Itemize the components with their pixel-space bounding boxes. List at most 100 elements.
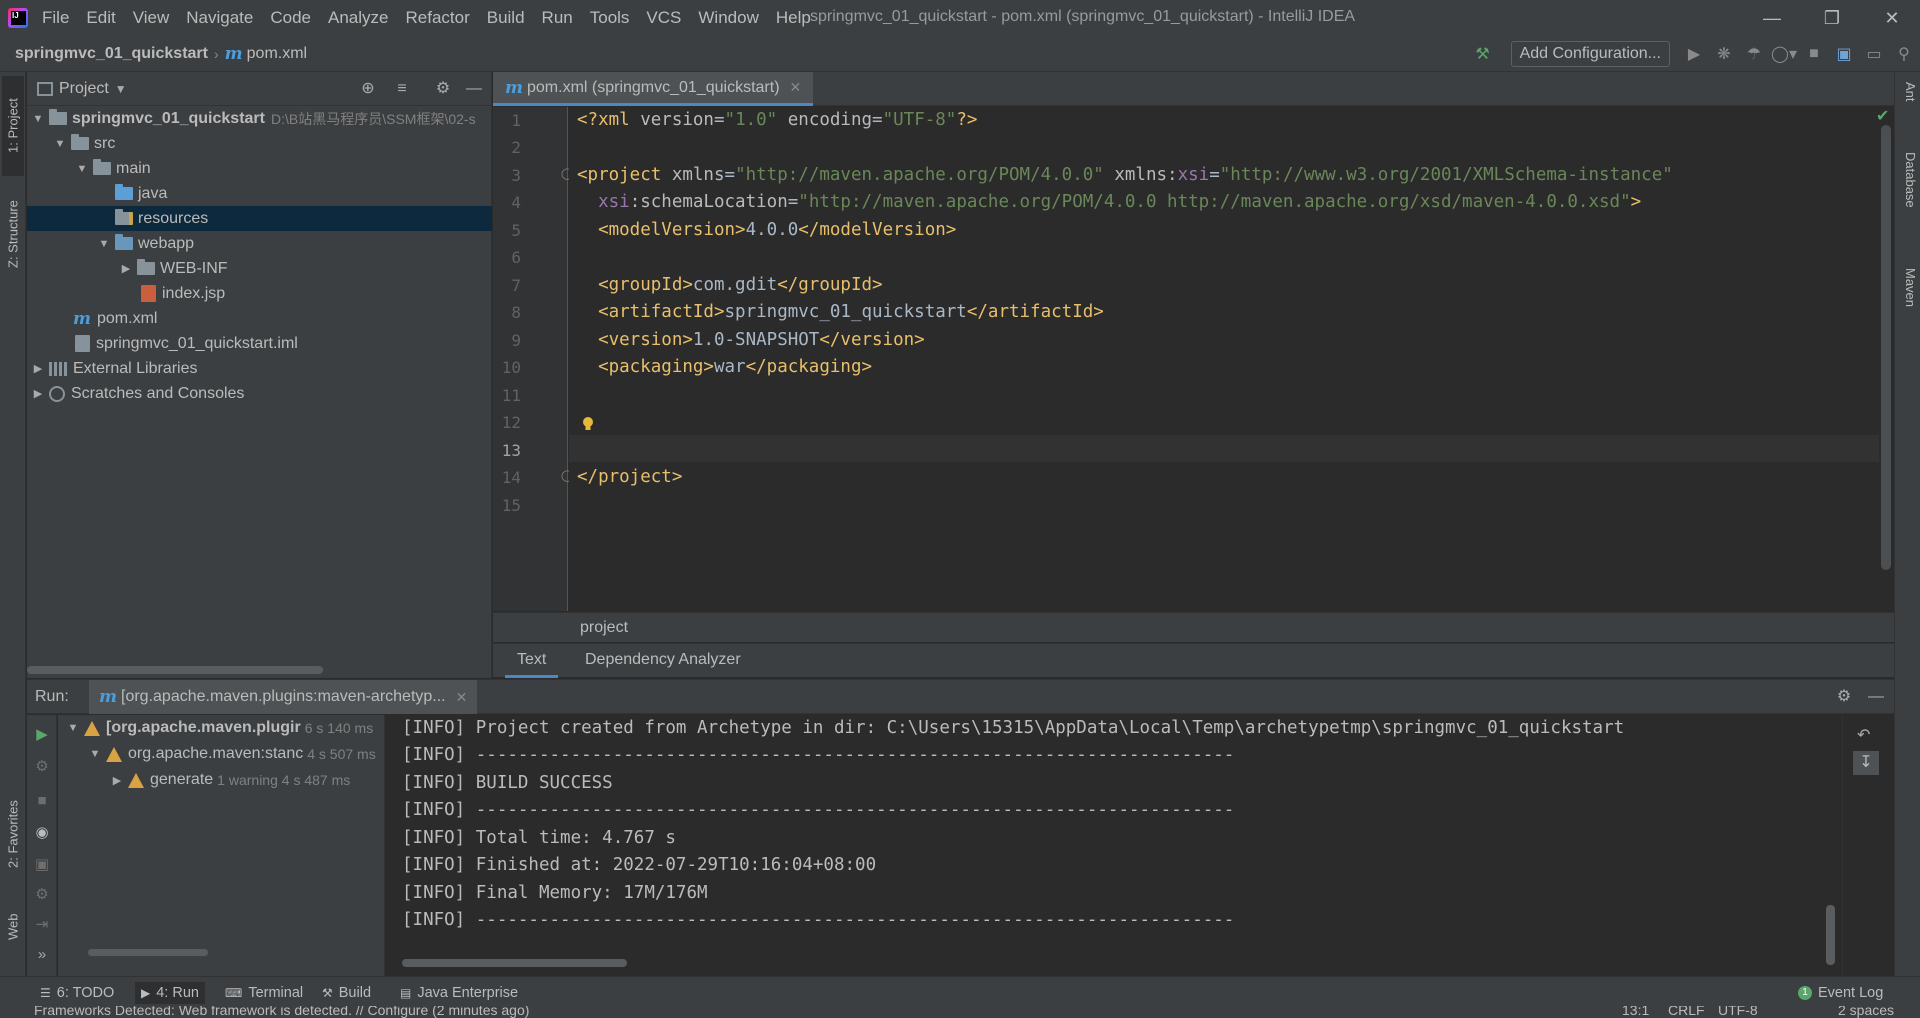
close-window-icon[interactable]: ✕: [1872, 4, 1912, 32]
scroll-to-end-icon[interactable]: ↧: [1853, 751, 1879, 775]
tab-structure[interactable]: Z: Structure: [2, 184, 24, 284]
search-icon[interactable]: ⚲: [1890, 40, 1918, 68]
breadcrumb-file[interactable]: pom.xml: [247, 45, 307, 63]
rerun-icon[interactable]: ▶: [32, 725, 52, 745]
hide-panel-icon[interactable]: —: [463, 78, 485, 100]
menu-view[interactable]: View: [133, 8, 170, 28]
tool-event-log[interactable]: 1 Event Log: [1798, 982, 1883, 1004]
inspection-ok-icon[interactable]: ✔: [1876, 106, 1889, 126]
tab-database[interactable]: Database: [1898, 152, 1918, 262]
menu-tools[interactable]: Tools: [590, 8, 630, 28]
add-configuration-button[interactable]: Add Configuration...: [1510, 41, 1670, 67]
console-vertical-scrollbar[interactable]: [1826, 905, 1835, 965]
close-tab-icon[interactable]: ✕: [790, 79, 802, 96]
stop-icon[interactable]: ■: [1800, 40, 1828, 68]
run-icon[interactable]: ▶: [1680, 40, 1708, 68]
console-horizontal-scrollbar[interactable]: [402, 959, 627, 967]
tab-ant[interactable]: Ant: [1898, 82, 1918, 142]
indent-setting[interactable]: 2 spaces: [1838, 1006, 1894, 1018]
tree-item-iml[interactable]: springmvc_01_quickstart.iml: [27, 331, 492, 356]
run-tree-item-standalone[interactable]: ▼ org.apache.maven:stanc 4 s 507 ms: [58, 741, 384, 767]
stop-icon[interactable]: ■: [32, 791, 52, 811]
debug-icon[interactable]: ❋: [1710, 40, 1738, 68]
tab-favorites[interactable]: 2: Favorites: [2, 784, 24, 884]
run-tree-item-plugin[interactable]: ▼ [org.apache.maven.plugir 6 s 140 ms: [58, 715, 384, 741]
code-editor[interactable]: <?xml version="1.0" encoding="UTF-8"?> <…: [569, 107, 1879, 611]
tree-item-src[interactable]: ▼ src: [27, 131, 492, 156]
run-tree-scrollbar[interactable]: [88, 949, 208, 956]
run-tab-maven-archetype[interactable]: m [org.apache.maven.plugins:maven-archet…: [89, 680, 478, 714]
editor-vertical-scrollbar[interactable]: [1881, 125, 1891, 570]
locate-file-icon[interactable]: ⊕: [357, 78, 379, 100]
expand-arrow-icon[interactable]: ▶: [110, 774, 124, 787]
menu-code[interactable]: Code: [270, 8, 311, 28]
tab-maven[interactable]: Maven: [1898, 268, 1918, 368]
expand-arrow-icon[interactable]: ▼: [97, 238, 111, 250]
tab-web[interactable]: Web: [2, 902, 24, 952]
menu-file[interactable]: File: [42, 8, 69, 28]
expand-arrow-icon[interactable]: ▼: [88, 748, 102, 760]
tree-item-java[interactable]: java: [27, 181, 492, 206]
tree-item-web-inf[interactable]: ▶ WEB-INF: [27, 256, 492, 281]
menu-help[interactable]: Help: [776, 8, 811, 28]
tree-item-external-libraries[interactable]: ▶ External Libraries: [27, 356, 492, 381]
toggle-offline-icon[interactable]: ⚙: [32, 757, 52, 777]
line-separator[interactable]: CRLF: [1668, 1006, 1705, 1018]
exit-icon[interactable]: ⇥: [32, 915, 52, 935]
caret-position[interactable]: 13:1: [1622, 1006, 1649, 1018]
tab-pom-xml[interactable]: m pom.xml (springmvc_01_quickstart) ✕: [493, 72, 814, 106]
expand-arrow-icon[interactable]: ▼: [75, 163, 89, 175]
chevron-down-icon[interactable]: ▼: [115, 82, 127, 96]
collapse-all-icon[interactable]: ≡: [391, 78, 413, 100]
expand-arrow-icon[interactable]: ▶: [31, 387, 45, 400]
project-view-selector[interactable]: Project: [59, 80, 109, 98]
menu-analyze[interactable]: Analyze: [328, 8, 388, 28]
menu-run[interactable]: Run: [542, 8, 573, 28]
tab-project[interactable]: 1: Project: [2, 76, 24, 176]
settings-icon[interactable]: ⚙: [32, 885, 52, 905]
profile-icon[interactable]: ◯▾: [1770, 40, 1798, 68]
file-encoding[interactable]: UTF-8: [1718, 1006, 1758, 1018]
menu-refactor[interactable]: Refactor: [405, 8, 469, 28]
menu-window[interactable]: Window: [698, 8, 758, 28]
tree-item-project-root[interactable]: ▼ springmvc_01_quickstart D:\B站黑马程序员\SSM…: [27, 106, 492, 131]
tool-java-enterprise[interactable]: ▤ Java Enterprise: [400, 982, 518, 1004]
minimize-icon[interactable]: —: [1752, 4, 1792, 32]
tree-item-main[interactable]: ▼ main: [27, 156, 492, 181]
tree-item-scratches[interactable]: ▶ Scratches and Consoles: [27, 381, 492, 406]
status-message[interactable]: Frameworks Detected: Web framework is de…: [34, 1006, 529, 1018]
tree-item-index-jsp[interactable]: index.jsp: [27, 281, 492, 306]
menu-vcs[interactable]: VCS: [646, 8, 681, 28]
tool-run[interactable]: ▶ 4: Run: [135, 982, 205, 1004]
gear-icon[interactable]: ⚙: [1833, 686, 1855, 708]
run-tree-item-generate[interactable]: ▶ generate 1 warning 4 s 487 ms: [58, 767, 384, 793]
menu-navigate[interactable]: Navigate: [186, 8, 253, 28]
tree-item-pom-xml[interactable]: m pom.xml: [27, 306, 492, 331]
tab-dependency-analyzer[interactable]: Dependency Analyzer: [573, 644, 753, 678]
project-structure-icon[interactable]: ▣: [1830, 40, 1858, 68]
lightbulb-icon[interactable]: [581, 416, 595, 432]
tool-build[interactable]: ⚒ Build: [322, 982, 371, 1004]
camera-icon[interactable]: ▣: [32, 855, 52, 875]
tool-terminal[interactable]: ⌨ Terminal: [225, 982, 303, 1004]
expand-arrow-icon[interactable]: ▼: [53, 138, 67, 150]
gear-icon[interactable]: ⚙: [432, 78, 454, 100]
coverage-icon[interactable]: ☂: [1740, 40, 1768, 68]
expand-arrow-icon[interactable]: ▼: [31, 113, 45, 125]
menu-build[interactable]: Build: [487, 8, 525, 28]
presentation-icon[interactable]: ▭: [1860, 40, 1888, 68]
build-hammer-icon[interactable]: ⚒: [1469, 40, 1497, 68]
tree-item-resources[interactable]: resources: [27, 206, 492, 231]
hide-panel-icon[interactable]: —: [1865, 686, 1887, 708]
menu-edit[interactable]: Edit: [86, 8, 115, 28]
more-icon[interactable]: »: [32, 945, 52, 965]
expand-arrow-icon[interactable]: ▼: [66, 722, 80, 734]
expand-arrow-icon[interactable]: ▶: [119, 262, 133, 275]
eye-icon[interactable]: ◉: [32, 823, 52, 843]
project-horizontal-scrollbar[interactable]: [27, 666, 323, 674]
restore-icon[interactable]: ❐: [1812, 4, 1852, 32]
tree-item-webapp[interactable]: ▼ webapp: [27, 231, 492, 256]
tool-todo[interactable]: ☰ 6: TODO: [40, 982, 114, 1004]
console-output[interactable]: [INFO] Project created from Archetype in…: [386, 715, 1842, 977]
expand-arrow-icon[interactable]: ▶: [31, 362, 45, 375]
